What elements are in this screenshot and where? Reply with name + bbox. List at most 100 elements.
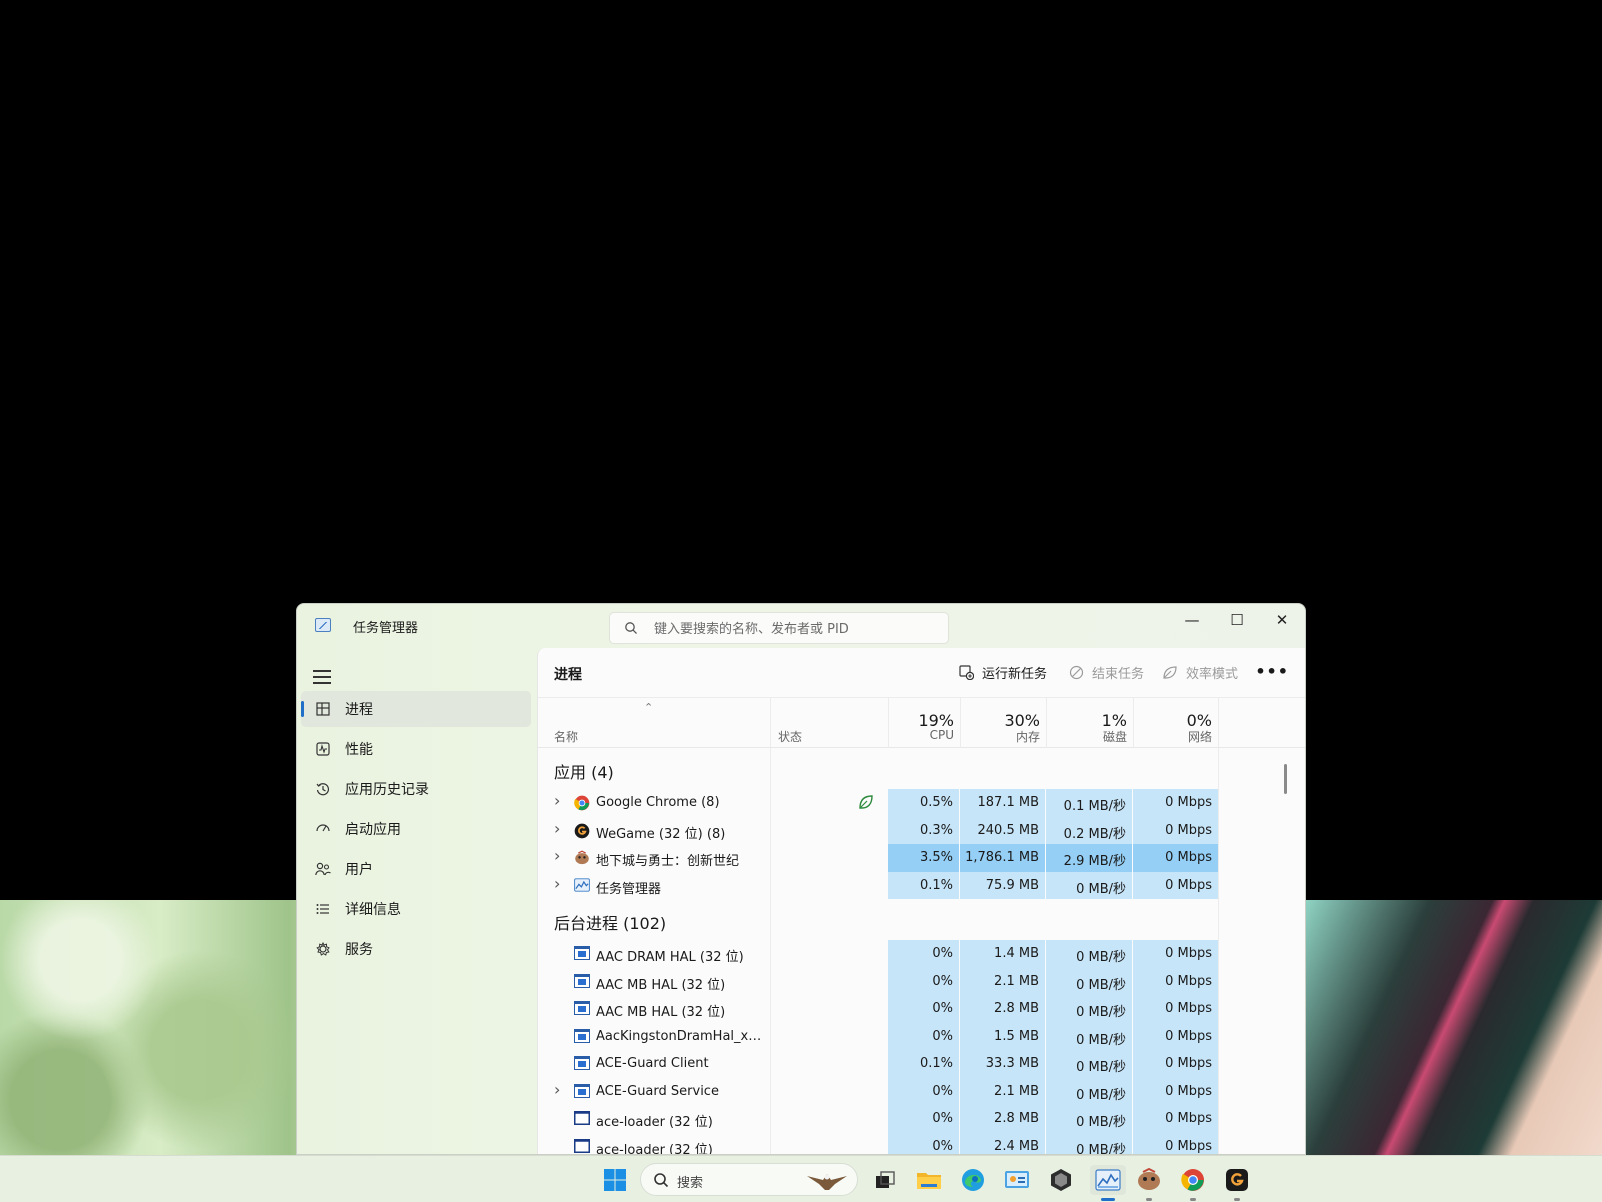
process-row[interactable]: › Google Chrome (8) 0.5% 187.1 MB 0.1 MB/秒 0 … [538,789,1305,817]
sidebar-item-details[interactable]: 详细信息 [301,891,531,927]
chevron-right-icon[interactable]: › [554,791,560,810]
group-background-processes[interactable]: 后台进程 (102) [538,899,1305,940]
eagle-icon [807,1174,847,1190]
column-status[interactable]: 状态 [770,698,888,748]
process-name: ACE-Guard Client [596,1056,709,1071]
end-task-icon [1068,665,1084,681]
maximize-button[interactable]: ☐ [1214,604,1260,636]
sidebar-nav: 进程 性能 应用历史记录 启动应用 用户 详细信息 服务 [297,691,535,971]
minimize-button[interactable]: — [1169,604,1215,636]
sidebar-item-startup[interactable]: 启动应用 [301,811,531,847]
window-title: 任务管理器 [353,621,419,636]
title-bar[interactable]: 任务管理器 — ☐ ✕ [297,604,1305,648]
chevron-right-icon[interactable]: › [554,819,560,838]
service-app-icon [574,1056,590,1072]
cpu-cell: 0% [888,1077,960,1105]
group-spacer [1133,899,1218,940]
column-network[interactable]: 0% 网络 [1133,698,1218,748]
process-row[interactable]: AAC MB HAL (32 位) 0% 2.1 MB 0 MB/秒 0 Mbps [538,967,1305,995]
efficiency-mode-button[interactable]: 效率模式 [1162,663,1238,682]
file-explorer-icon[interactable] [914,1165,944,1195]
search-box[interactable] [609,612,949,644]
processes-panel: 进程 运行新任务 结束任务 效率模式 ••• ⌃ 名称 状态 19% CPU 3… [537,648,1305,1154]
process-row[interactable]: AacKingstonDramHal_x86.e... 0%1.5 MB0 MB/… [538,1022,1305,1050]
users-icon [315,861,331,877]
memory-cell: 1.4 MB [960,940,1046,968]
task-view-icon[interactable] [870,1165,900,1195]
group-title: 应用 (4) [554,763,614,782]
process-name: 任务管理器 [596,881,662,897]
efficiency-mode-label: 效率模式 [1186,667,1239,682]
group-spacer [960,748,1046,789]
group-spacer [1046,748,1133,789]
sidebar-item-app-history[interactable]: 应用历史记录 [301,771,531,807]
process-name: AAC MB HAL (32 位) [596,977,726,993]
taskbar: 搜索 [0,1155,1602,1202]
wegame-icon [574,823,590,839]
cpu-cell: 0.3% [888,816,960,844]
search-input[interactable] [654,619,934,639]
process-name: 地下城与勇士：创新世纪 [596,854,740,869]
control-panel-icon[interactable] [1002,1165,1032,1195]
sidebar-item-label: 进程 [345,702,373,718]
window-app-icon [574,1111,590,1127]
wegame-icon[interactable] [1222,1165,1252,1195]
process-row[interactable]: ace-loader (32 位) 0% 2.4 MB 0 MB/秒 0 Mbps [538,1132,1305,1154]
unity-hub-icon[interactable] [1046,1165,1076,1195]
process-row[interactable]: ACE-Guard Client 0.1% 33.3 MB 0 MB/秒 0 Mbps [538,1050,1305,1078]
run-new-task-button[interactable]: 运行新任务 [958,663,1047,682]
process-row[interactable]: › 任务管理器 0.1% 75.9 MB 0 MB/秒 0 Mbps [538,871,1305,899]
process-row[interactable]: ace-loader (32 位) 0% 2.8 MB 0 MB/秒 0 Mbps [538,1105,1305,1133]
sidebar-item-performance[interactable]: 性能 [301,731,531,767]
column-cpu[interactable]: 19% CPU [888,698,960,748]
memory-cell: 187.1 MB [960,789,1046,817]
memory-cell: 1,786.1 MB [960,844,1046,872]
group-apps[interactable]: 应用 (4) [538,748,1305,789]
task-manager-icon [315,618,331,632]
column-label: 网络 [1187,730,1212,744]
cpu-cell: 0% [888,967,960,995]
performance-icon [315,741,331,757]
network-cell: 0 Mbps [1133,844,1218,872]
service-app-icon [574,1028,590,1045]
process-row[interactable]: › ACE-Guard Service 0% 2.1 MB 0 MB/秒 0 Mbps [538,1077,1305,1105]
column-label: 磁盘 [1102,730,1127,744]
column-name[interactable]: 名称 [538,698,770,748]
sidebar-item-processes[interactable]: 进程 [301,691,531,727]
edge-icon[interactable] [958,1165,988,1195]
close-button[interactable]: ✕ [1259,604,1305,636]
column-memory[interactable]: 30% 内存 [960,698,1046,748]
process-row[interactable]: AAC MB HAL (32 位) 0% 2.8 MB 0 MB/秒 0 Mbps [538,995,1305,1023]
chrome-icon[interactable] [1178,1165,1208,1195]
process-name: AAC MB HAL (32 位) [596,1005,726,1020]
process-row[interactable]: › 地下城与勇士：创新世纪 3.5% 1,786.1 MB 2.9 MB/秒 0 Mbps [538,844,1305,872]
disk-cell: 0 MB/秒 [1046,1077,1133,1105]
service-app-icon [574,1001,590,1017]
group-title: 后台进程 (102) [554,914,667,933]
taskbar-search-label: 搜索 [677,1176,704,1191]
chevron-right-icon[interactable]: › [554,1080,560,1099]
chevron-right-icon[interactable]: › [554,846,560,865]
process-row[interactable]: › WeGame (32 位) (8) 0.3% 240.5 MB 0.2 MB/秒 0 … [538,816,1305,844]
end-task-button[interactable]: 结束任务 [1068,663,1144,682]
dnf-icon[interactable] [1134,1165,1164,1195]
column-disk[interactable]: 1% 磁盘 [1046,698,1133,748]
cpu-cell: 0% [888,1022,960,1050]
more-options-icon[interactable]: ••• [1255,662,1289,681]
sidebar-item-services[interactable]: 服务 [301,931,531,967]
vertical-scrollbar[interactable] [1284,764,1287,794]
network-cell: 0 Mbps [1133,1050,1218,1078]
sidebar-item-users[interactable]: 用户 [301,851,531,887]
efficiency-leaf-icon [858,794,874,810]
process-row[interactable]: AAC DRAM HAL (32 位) 0% 1.4 MB 0 MB/秒 0 Mbps [538,940,1305,968]
chevron-right-icon[interactable]: › [554,874,560,893]
task-manager-taskbar-icon[interactable] [1090,1165,1126,1195]
leaf-icon [1162,665,1178,681]
taskbar-search[interactable]: 搜索 [640,1163,858,1196]
details-icon [315,901,331,917]
start-icon[interactable] [600,1165,630,1195]
network-cell: 0 Mbps [1133,1132,1218,1154]
disk-cell: 0 MB/秒 [1046,995,1133,1023]
disk-cell: 0 MB/秒 [1046,967,1133,995]
hamburger-menu-icon[interactable] [313,670,331,684]
